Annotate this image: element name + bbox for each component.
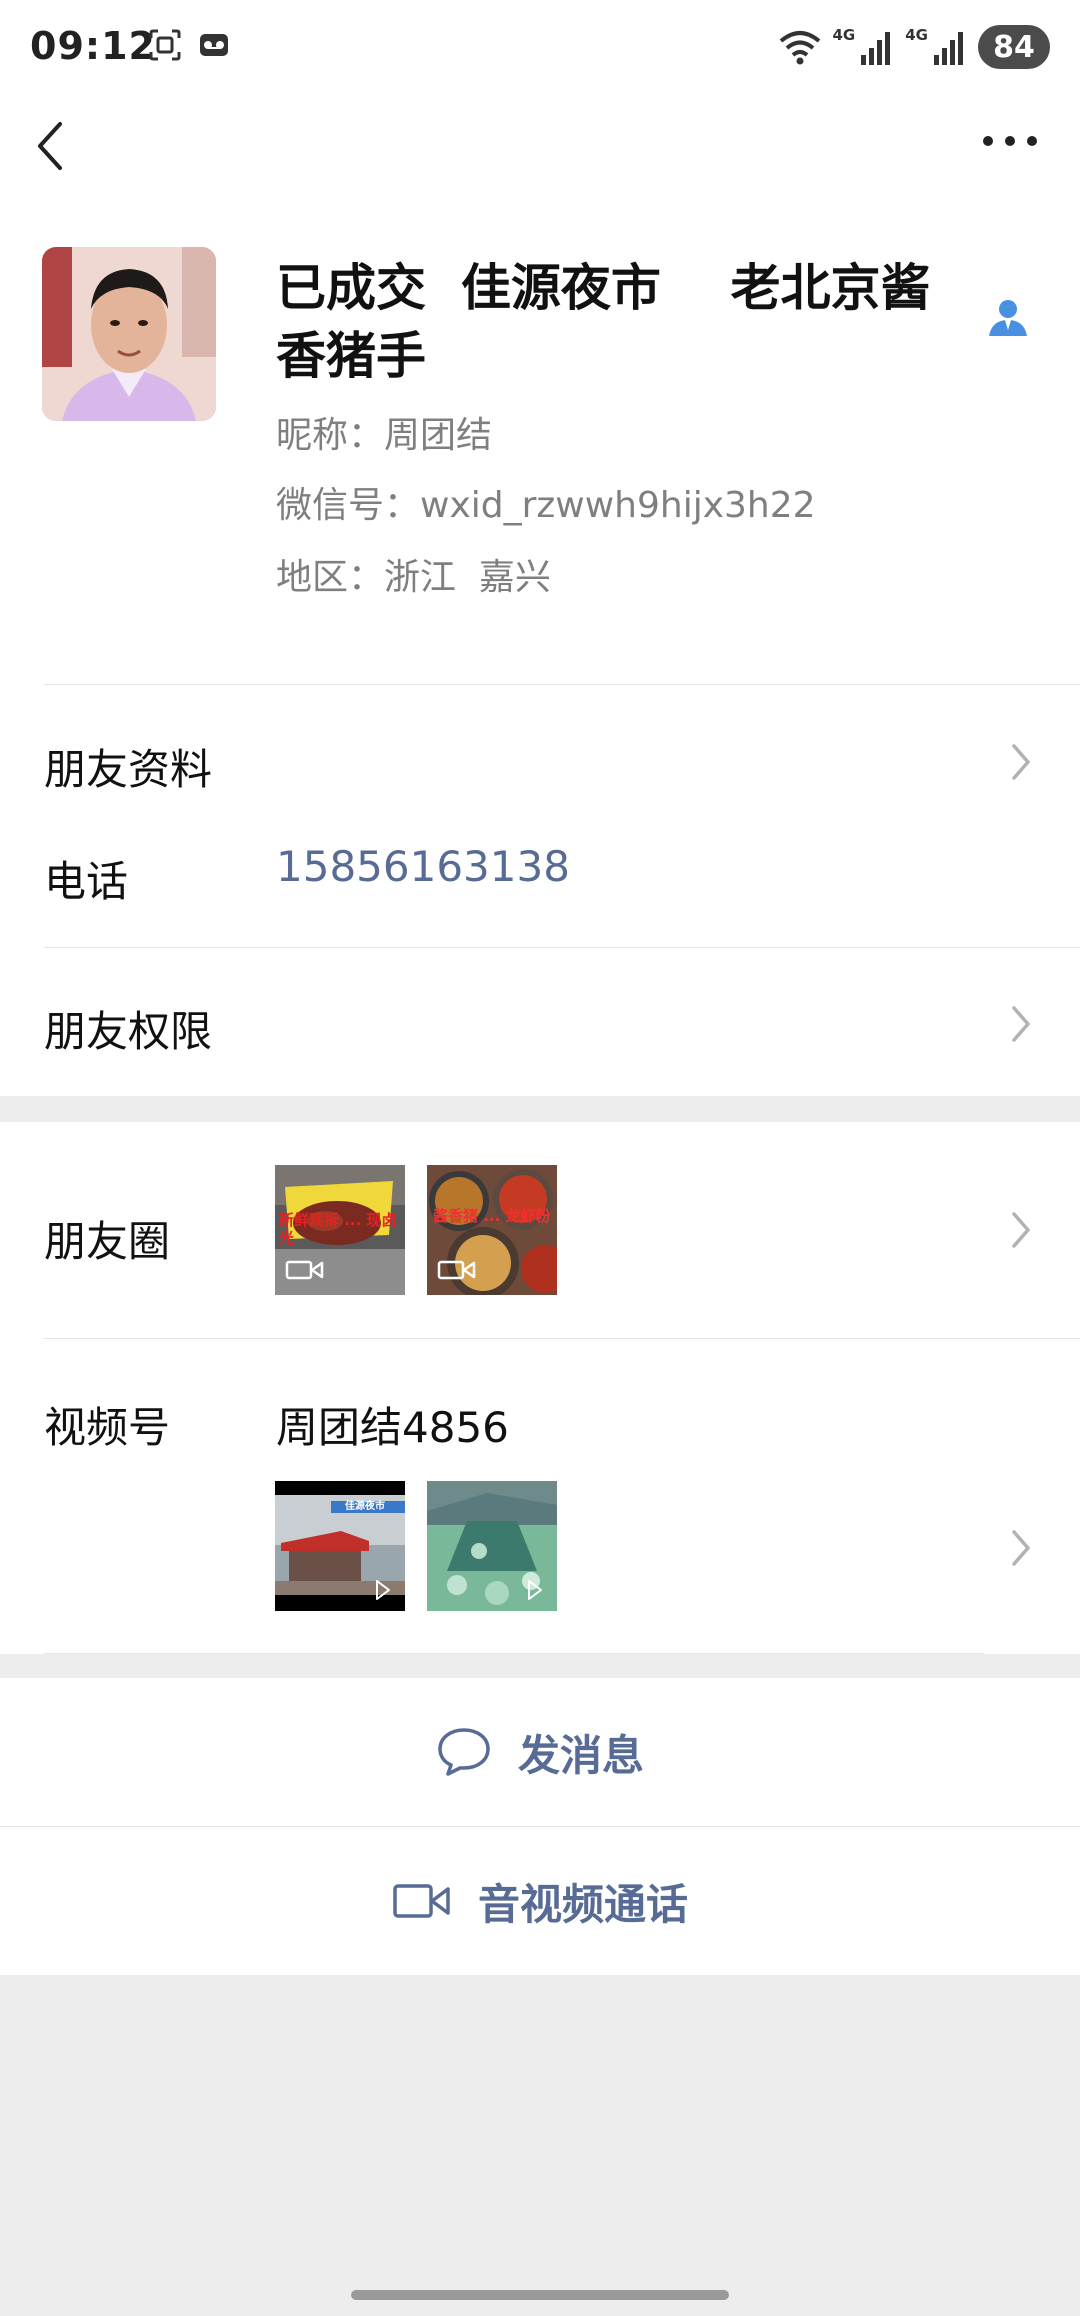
contact-name: 已成交 佳源夜市 老北京酱香猪手: [276, 259, 931, 385]
channels-label[interactable]: 视频号: [44, 1394, 170, 1455]
more-options-icon[interactable]: [980, 126, 1040, 156]
screenshot-icon: [149, 29, 181, 61]
battery-indicator: 84: [978, 25, 1050, 69]
wifi-icon: [779, 31, 820, 65]
video-call-button[interactable]: 音视频通话: [0, 1827, 1080, 1975]
channels-thumbnail[interactable]: 佳源夜市: [275, 1481, 405, 1611]
back-icon[interactable]: [30, 116, 74, 176]
section-gap: [0, 1096, 1080, 1122]
channels-name: 周团结4856: [276, 1403, 509, 1452]
chevron-right-icon[interactable]: [1010, 742, 1032, 782]
divider: [44, 684, 1080, 685]
contact-person-icon: [989, 300, 1027, 336]
channels-thumbnail[interactable]: [427, 1481, 557, 1611]
video-call-label: 音视频通话: [477, 1879, 688, 1929]
region: 地区：浙江 嘉兴: [276, 557, 551, 598]
video-camera-icon: [393, 1884, 450, 1918]
divider: [44, 947, 1080, 948]
video-camera-icon: [437, 1260, 476, 1280]
home-indicator[interactable]: [351, 2290, 729, 2300]
voicemail-icon: [200, 34, 228, 56]
video-camera-icon: [285, 1260, 324, 1280]
chevron-right-icon[interactable]: [1010, 1004, 1032, 1044]
section-gap: [0, 1654, 1080, 1678]
phone-label: 电话: [44, 857, 129, 906]
divider: [44, 1338, 1080, 1339]
moments-thumbnail-caption: 酱香猪 ... 龙虾粉: [433, 1207, 551, 1225]
contact-profile-screen: 09:12 4G 4G 84 已成交 佳源夜市 老北京酱香猪手 昵称：周团结 微…: [0, 0, 1080, 2316]
avatar[interactable]: [42, 247, 216, 421]
send-message-button[interactable]: 发消息: [0, 1678, 1080, 1826]
chevron-right-icon[interactable]: [1010, 1210, 1032, 1250]
moments-label[interactable]: 朋友圈: [44, 1208, 170, 1269]
phone-number-link[interactable]: 15856163138: [276, 842, 570, 891]
moments-thumbnail[interactable]: 酱香猪 ... 龙虾粉: [427, 1165, 557, 1295]
friend-permissions-label[interactable]: 朋友权限: [44, 998, 212, 1059]
wechat-id: 微信号：wxid_rzwwh9hijx3h22: [276, 485, 816, 526]
status-indicators: 4G 4G 84: [777, 22, 1050, 72]
moments-thumbnail[interactable]: 新鲜现拆 ... 现卤光: [275, 1165, 405, 1295]
chevron-right-icon[interactable]: [1010, 1528, 1032, 1568]
status-time: 09:12: [30, 24, 156, 68]
network-type-2: 4G: [905, 26, 928, 44]
chat-bubble-icon: [438, 1728, 490, 1776]
play-icon: [376, 1580, 390, 1600]
status-bar: 09:12 4G 4G 84: [0, 0, 1080, 96]
signal-icon: [934, 32, 963, 65]
play-icon: [528, 1580, 542, 1600]
channels-thumbnail-caption: 佳源夜市: [345, 1501, 385, 1512]
moments-thumbnail-caption: 新鲜现拆 ... 现卤光: [279, 1211, 397, 1247]
friend-info-label[interactable]: 朋友资料: [44, 736, 212, 797]
network-type-1: 4G: [832, 26, 856, 44]
avatar-photo: [42, 247, 216, 421]
nickname: 昵称：周团结: [276, 415, 493, 456]
send-message-label: 发消息: [517, 1730, 644, 1780]
signal-icon: [861, 32, 891, 65]
